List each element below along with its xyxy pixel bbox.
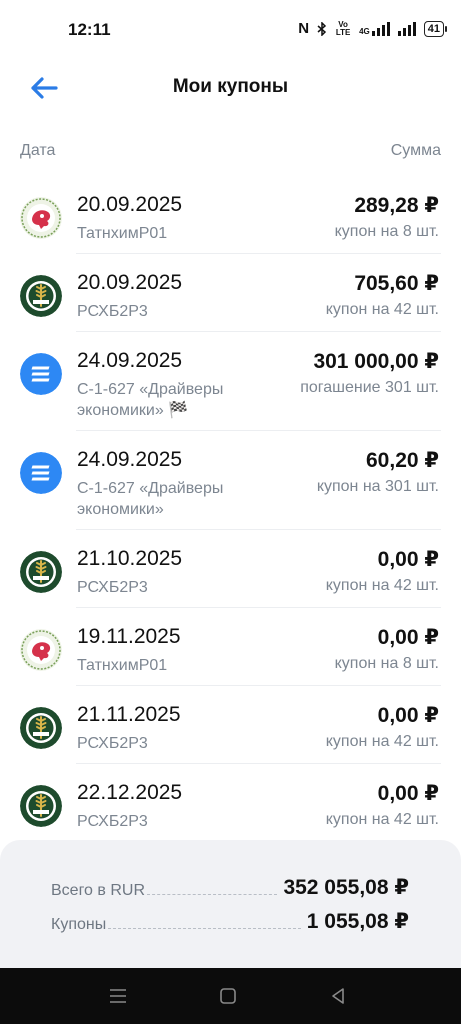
column-headers: Дата Сумма (20, 142, 441, 162)
rshb-logo-icon (20, 551, 62, 593)
coupon-amount: 289,28 ₽ (354, 194, 439, 217)
coupon-amount: 705,60 ₽ (354, 272, 439, 295)
rshb-logo-icon (20, 785, 62, 827)
header: Мои купоны (0, 60, 461, 116)
summary-panel: Всего в RUR 352 055,08 ₽ Купоны 1 055,08… (0, 840, 461, 968)
coupon-security-name: С-1-627 «Драйверы экономики» (77, 480, 224, 518)
coupon-security-name: ТатнхимР01 (77, 225, 168, 242)
bond-logo-icon (20, 452, 62, 494)
coupon-row[interactable]: 24.09.2025 С-1-627 «Драйверы экономики» … (0, 431, 461, 530)
coupon-amount: 0,00 ₽ (377, 626, 439, 649)
coupon-date: 20.09.2025 (77, 271, 183, 294)
column-sum-header: Сумма (390, 142, 441, 159)
coupon-amount: 301 000,00 ₽ (313, 350, 439, 373)
system-navigation-bar (0, 968, 461, 1024)
back-triangle-icon[interactable] (326, 984, 350, 1008)
coupon-amount: 0,00 ₽ (377, 782, 439, 805)
coupon-row[interactable]: 21.10.2025 РСХБ2Р3 0,00 ₽ купон на 42 шт… (0, 530, 461, 608)
coupon-amount: 0,00 ₽ (377, 704, 439, 727)
coupon-security-name: РСХБ2Р3 (77, 813, 148, 830)
tatneft-logo-icon (20, 197, 62, 239)
rshb-logo-icon (20, 275, 62, 317)
coupon-security-name: ТатнхимР01 (77, 657, 168, 674)
coupon-row[interactable]: 24.09.2025 С-1-627 «Драйверы экономики» … (0, 332, 461, 431)
tatneft-logo-icon (20, 629, 62, 671)
dotted-leader (147, 894, 278, 895)
home-icon[interactable] (216, 984, 240, 1008)
bond-logo-icon (20, 353, 62, 395)
status-time: 12:11 (68, 20, 111, 39)
coupon-security-name: С-1-627 «Драйверы экономики» 🏁 (77, 381, 224, 419)
coupon-date: 21.11.2025 (77, 703, 181, 726)
summary-total-row: Всего в RUR 352 055,08 ₽ (51, 872, 409, 900)
summary-coupons-label: Купоны (51, 916, 107, 933)
network-type-icon: 4G (359, 21, 390, 36)
column-date-header: Дата (20, 142, 56, 159)
coupon-date: 24.09.2025 (77, 448, 183, 471)
battery-level: 41 (423, 20, 444, 37)
coupon-count: купон на 42 шт. (325, 301, 439, 318)
summary-coupons-value: 1 055,08 ₽ (306, 910, 409, 933)
status-bar: 12:11 N Vo LTE 4G 41 (0, 0, 461, 60)
coupon-row[interactable]: 20.09.2025 ТатнхимР01 289,28 ₽ купон на … (0, 176, 461, 254)
status-icons: N Vo LTE 4G 41 (298, 20, 447, 37)
coupon-count: купон на 42 шт. (325, 733, 439, 750)
coupon-list: 20.09.2025 ТатнхимР01 289,28 ₽ купон на … (0, 176, 461, 842)
coupon-row[interactable]: 19.11.2025 ТатнхимР01 0,00 ₽ купон на 8 … (0, 608, 461, 686)
coupon-count: купон на 42 шт. (325, 577, 439, 594)
battery-icon: 41 (423, 20, 447, 37)
coupon-count: погашение 301 шт. (300, 379, 439, 396)
dotted-leader (108, 928, 301, 929)
page-title: Мои купоны (172, 76, 289, 97)
summary-total-value: 352 055,08 ₽ (283, 876, 409, 899)
signal-icon (397, 21, 416, 36)
coupon-security-name: РСХБ2Р3 (77, 303, 148, 320)
volte-icon: Vo LTE (335, 19, 351, 37)
coupon-amount: 0,00 ₽ (377, 548, 439, 571)
rshb-logo-icon (20, 707, 62, 749)
coupon-date: 20.09.2025 (77, 193, 183, 216)
nfc-icon: N (298, 20, 310, 37)
coupon-date: 22.12.2025 (77, 781, 183, 804)
coupon-security-name: РСХБ2Р3 (77, 735, 148, 752)
coupon-date: 21.10.2025 (77, 547, 183, 570)
summary-coupons-row: Купоны 1 055,08 ₽ (51, 906, 409, 934)
coupon-row[interactable]: 22.12.2025 РСХБ2Р3 0,00 ₽ купон на 42 шт… (0, 764, 461, 842)
coupon-count: купон на 301 шт. (316, 478, 439, 495)
coupon-count: купон на 42 шт. (325, 811, 439, 828)
summary-total-label: Всего в RUR (51, 882, 146, 899)
coupon-date: 24.09.2025 (77, 349, 183, 372)
coupon-amount: 60,20 ₽ (366, 449, 439, 472)
coupon-security-name: РСХБ2Р3 (77, 579, 148, 596)
coupon-count: купон на 8 шт. (334, 655, 439, 672)
coupon-row[interactable]: 20.09.2025 РСХБ2Р3 705,60 ₽ купон на 42 … (0, 254, 461, 332)
coupon-row[interactable]: 21.11.2025 РСХБ2Р3 0,00 ₽ купон на 42 шт… (0, 686, 461, 764)
menu-icon[interactable] (106, 984, 130, 1008)
bluetooth-icon (317, 21, 327, 36)
coupon-date: 19.11.2025 (77, 625, 181, 648)
coupon-count: купон на 8 шт. (334, 223, 439, 240)
